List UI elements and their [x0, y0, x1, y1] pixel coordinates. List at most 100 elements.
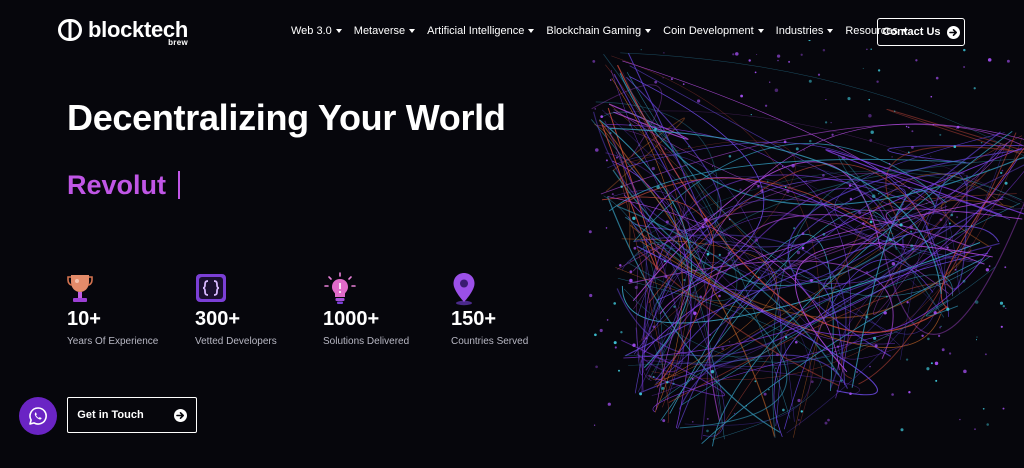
arrow-right-icon	[173, 408, 187, 422]
art-particle	[856, 371, 858, 373]
art-particle	[774, 88, 779, 93]
art-particle	[588, 230, 592, 234]
art-line	[621, 238, 777, 386]
get-in-touch-label: Get in Touch	[77, 409, 144, 421]
art-particle	[865, 270, 869, 274]
art-particle	[870, 130, 874, 134]
stat-vetted-developers: 300+ Vetted Developers	[195, 272, 315, 349]
art-particle	[907, 151, 910, 154]
art-particle	[620, 185, 623, 188]
art-particle	[933, 311, 937, 315]
art-particle	[841, 156, 846, 160]
art-particle	[956, 127, 958, 129]
stat-countries-served: 150+ Countries Served	[451, 272, 571, 349]
nav-item-artificial-intelligence[interactable]: Artificial Intelligence	[427, 25, 535, 37]
art-particle	[629, 123, 632, 127]
caret-down-icon	[757, 29, 764, 33]
art-particle	[869, 139, 873, 142]
nav-item-metaverse[interactable]: Metaverse	[354, 25, 416, 37]
art-particle	[984, 353, 987, 356]
art-particle	[696, 99, 701, 103]
art-particle	[974, 428, 976, 431]
art-particle	[874, 344, 878, 348]
art-particle	[809, 139, 812, 143]
art-particle	[876, 80, 879, 83]
art-particle	[970, 225, 973, 227]
art-particle	[672, 382, 675, 385]
hero-face-artwork	[560, 40, 1024, 468]
art-particle	[595, 365, 598, 369]
art-particle	[948, 352, 952, 355]
art-particle	[987, 58, 992, 62]
contact-us-button[interactable]: Contact Us	[877, 18, 965, 46]
art-line	[926, 299, 959, 317]
art-particle	[915, 59, 918, 62]
whatsapp-chat-button[interactable]	[19, 397, 57, 435]
art-particle	[941, 348, 945, 352]
art-particle	[862, 67, 864, 70]
art-particle	[976, 336, 978, 338]
nav-item-industries[interactable]: Industries	[776, 25, 834, 37]
art-particle	[692, 421, 694, 423]
art-particle	[985, 268, 990, 272]
art-particle	[788, 60, 791, 63]
art-particle	[888, 163, 891, 165]
art-particle	[824, 121, 828, 124]
art-particle	[834, 350, 836, 353]
art-particle	[910, 244, 914, 248]
art-particle	[810, 380, 814, 384]
art-particle	[629, 270, 633, 274]
art-particle	[760, 309, 764, 312]
art-line	[619, 73, 1024, 206]
art-particle	[607, 402, 611, 406]
art-particle	[1001, 169, 1004, 172]
art-particle	[592, 60, 596, 63]
art-particle	[944, 275, 946, 278]
art-particle	[786, 189, 790, 193]
contact-us-label: Contact Us	[882, 26, 941, 38]
art-particle	[824, 421, 828, 425]
brand-subname: brew	[168, 38, 188, 47]
stat-label: Countries Served	[451, 336, 529, 347]
art-particle	[891, 262, 896, 266]
art-particle	[871, 194, 876, 198]
art-particle	[745, 405, 747, 407]
art-particle	[805, 180, 807, 182]
art-particle	[1002, 407, 1005, 410]
art-particle	[609, 79, 612, 81]
stat-label: Years Of Experience	[67, 336, 159, 347]
art-particle	[663, 52, 665, 54]
art-particle	[808, 79, 812, 83]
art-particle	[803, 149, 805, 151]
stat-value: 300+	[195, 308, 241, 330]
art-particle	[706, 252, 710, 256]
brand-logo[interactable]: blocktech brew	[58, 18, 188, 47]
art-particle	[899, 223, 903, 227]
art-particle	[691, 377, 694, 380]
logo-mark-icon	[58, 19, 82, 41]
art-particle	[706, 417, 709, 420]
art-particle	[605, 159, 608, 162]
nav-item-coin-development[interactable]: Coin Development	[663, 25, 764, 37]
art-particle	[670, 78, 673, 81]
art-particle	[709, 333, 712, 336]
art-particle	[999, 301, 1004, 305]
art-particle	[739, 188, 742, 191]
art-particle	[939, 272, 941, 274]
art-particle	[893, 110, 896, 112]
art-particle	[909, 225, 913, 229]
nav-item-web3[interactable]: Web 3.0	[291, 25, 342, 37]
art-particle	[906, 301, 909, 304]
art-particle	[609, 132, 612, 135]
art-particle	[728, 340, 731, 343]
location-pin-icon	[453, 273, 475, 306]
lightbulb-icon	[324, 272, 356, 304]
nav-item-label: Coin Development	[663, 25, 754, 37]
nav-item-blockchain-gaming[interactable]: Blockchain Gaming	[546, 25, 652, 37]
art-particle	[664, 148, 666, 150]
art-particle	[763, 392, 767, 396]
art-particle	[638, 180, 640, 182]
get-in-touch-button[interactable]: Get in Touch	[67, 397, 197, 433]
whatsapp-icon	[29, 407, 47, 425]
art-particle	[732, 53, 735, 56]
